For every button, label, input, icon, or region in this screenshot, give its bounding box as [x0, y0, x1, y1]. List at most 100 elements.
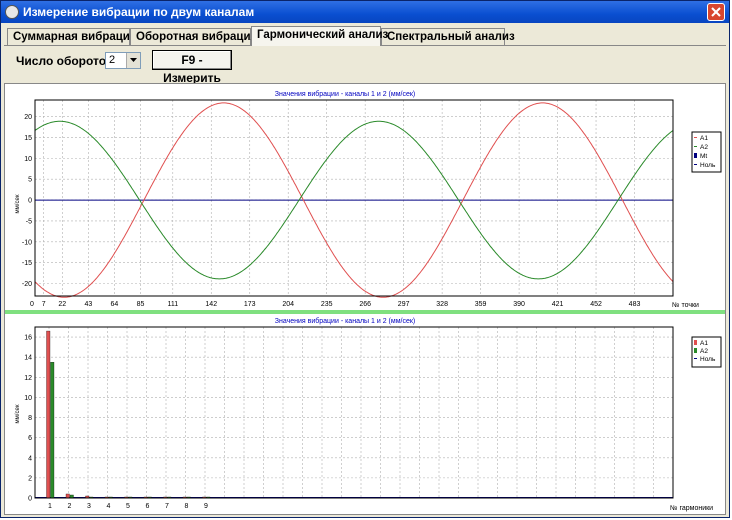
bottom-legend-a1: A1: [700, 340, 708, 347]
top-x-tick-label: 483: [629, 301, 641, 308]
bottom-legend-a2-swatch: [694, 348, 697, 353]
bottom-y-tick-label: 0: [28, 496, 32, 503]
bar-a1-h2: [65, 493, 70, 499]
top-legend-zero-swatch: [694, 164, 697, 165]
tab-harmonic-analysis[interactable]: Гармонический анализ: [251, 26, 388, 46]
top-x-tick-label: 421: [552, 301, 564, 308]
bottom-legend-a1-swatch: [694, 340, 697, 345]
bottom-y-tick-label: 10: [24, 395, 32, 402]
top-legend-a2: A2: [700, 144, 708, 151]
turns-select[interactable]: 2: [105, 52, 141, 69]
top-x-tick-label: 43: [84, 301, 92, 308]
top-x-tick-label: 85: [137, 301, 145, 308]
top-x-tick-label: 173: [244, 301, 256, 308]
bottom-x-tick-label: 5: [126, 503, 130, 510]
charts-separator[interactable]: [5, 310, 725, 314]
bottom-chart-y-ticks: 0 2 4 6 8 10 12 14 16: [24, 335, 32, 503]
top-y-tick-label: -15: [22, 260, 32, 267]
measure-button[interactable]: F9 - Измерить: [152, 50, 232, 85]
top-y-tick-label: 0: [28, 198, 32, 205]
bottom-y-tick-label: 6: [28, 435, 32, 442]
top-chart-grid: [35, 100, 673, 296]
top-x-tick-label: 266: [359, 301, 371, 308]
bottom-chart-grid: [35, 327, 673, 499]
bottom-legend-zero-swatch: [694, 358, 697, 359]
bottom-y-tick-label: 4: [28, 455, 32, 462]
top-chart-legend: A1 A2 Mt Ноль: [691, 131, 722, 173]
bottom-x-tick-label: 3: [87, 503, 91, 510]
tab-total-vibration[interactable]: Суммарная вибрация: [7, 28, 137, 45]
top-x-tick-label: 235: [321, 301, 333, 308]
title-bar[interactable]: Измерение вибрации по двум каналам: [1, 1, 729, 23]
close-button[interactable]: [707, 3, 725, 21]
window-title: Измерение вибрации по двум каналам: [23, 5, 255, 19]
plot-area: Значения вибрации - каналы 1 и 2 (мм/сек…: [4, 83, 726, 515]
tab-spectral-analysis[interactable]: Спектральный анализ: [381, 28, 515, 45]
top-legend-mt-swatch: [694, 153, 697, 158]
top-y-tick-label: -10: [22, 239, 32, 246]
chevron-down-icon: [130, 58, 137, 62]
bottom-x-tick-label: 4: [107, 503, 111, 510]
bottom-x-tick-label: 7: [165, 503, 169, 510]
top-x-tick-label: 111: [167, 301, 178, 308]
bottom-chart-xlabel: № гармоники: [670, 505, 713, 512]
bottom-x-tick-label: 9: [204, 503, 208, 510]
bar-a1-h1: [46, 330, 51, 499]
top-chart-title: Значения вибрации - каналы 1 и 2 (мм/сек…: [275, 90, 416, 98]
bottom-chart-legend: A1 A2 Ноль: [691, 336, 722, 368]
bottom-chart-bars: [35, 330, 673, 499]
charts-canvas: Значения вибрации - каналы 1 и 2 (мм/сек…: [5, 90, 725, 512]
bottom-y-tick-label: 8: [28, 415, 32, 422]
main-window: Измерение вибрации по двум каналам Сумма…: [0, 0, 730, 518]
turns-value: 2: [109, 54, 116, 66]
top-x-tick-label: 7: [42, 301, 46, 308]
top-y-tick-label: 15: [24, 135, 32, 142]
bottom-x-tick-label: 1: [48, 503, 52, 510]
top-chart-ylabel: мм/сек: [15, 194, 21, 213]
top-legend-a1-swatch: [694, 137, 697, 138]
top-y-tick-label: -5: [26, 218, 32, 225]
top-x-tick-label: 64: [111, 301, 119, 308]
top-chart-y-ticks: -20 -15 -10 -5 0 5 10 15 20: [22, 114, 32, 288]
top-y-tick-label: 10: [24, 156, 32, 163]
top-chart-frame: [34, 99, 674, 297]
turns-label: Число оборотов: [16, 54, 114, 68]
top-x-tick-label: 297: [398, 301, 410, 308]
bottom-legend-zero: Ноль: [700, 356, 716, 363]
top-legend-a2-swatch: [694, 146, 697, 147]
top-x-tick-label: 328: [436, 301, 448, 308]
top-chart-x-ticks: 0 7 22 43 64 85 111 142 173 204 235 266 297 328 359 390…: [30, 301, 640, 308]
top-x-tick-label: 142: [205, 301, 217, 308]
top-legend-zero: Ноль: [700, 162, 716, 169]
bottom-x-tick-label: 2: [68, 503, 72, 510]
top-x-tick-label: 22: [58, 301, 66, 308]
top-legend-mt: Mt: [700, 153, 707, 160]
bottom-chart-x-ticks: 1 2 3 4 5 6 7 8 9: [48, 503, 208, 510]
top-x-tick-label: 390: [513, 301, 525, 308]
dropdown-button[interactable]: [126, 53, 140, 68]
bottom-chart-frame: [34, 326, 674, 499]
bottom-chart-ylabel: мм/сек: [15, 404, 21, 423]
top-y-tick-label: 5: [28, 177, 32, 184]
close-icon: [711, 7, 721, 17]
top-y-tick-label: -20: [22, 281, 32, 288]
top-chart-series: [34, 102, 674, 298]
bottom-y-tick-label: 16: [24, 335, 32, 342]
bottom-legend-a2: A2: [700, 348, 708, 355]
top-x-tick-label: 204: [282, 301, 294, 308]
top-x-tick-label: 359: [475, 301, 487, 308]
top-legend-a1: A1: [700, 135, 708, 142]
tab-turnover-vibration[interactable]: Оборотная вибрация: [130, 28, 257, 45]
top-x-tick-label: 452: [590, 301, 602, 308]
bottom-y-tick-label: 14: [24, 355, 32, 362]
app-icon: [5, 5, 19, 19]
top-chart-xlabel: № точки: [672, 302, 699, 309]
bottom-x-tick-label: 6: [146, 503, 150, 510]
bottom-chart-title: Значения вибрации - каналы 1 и 2 (мм/сек…: [275, 317, 416, 325]
top-x-tick-label: 0: [30, 301, 34, 308]
bar-a2-h1: [50, 362, 55, 499]
bottom-x-tick-label: 8: [185, 503, 189, 510]
bottom-y-tick-label: 12: [24, 375, 32, 382]
top-y-tick-label: 20: [24, 114, 32, 121]
bottom-y-tick-label: 2: [28, 475, 32, 482]
